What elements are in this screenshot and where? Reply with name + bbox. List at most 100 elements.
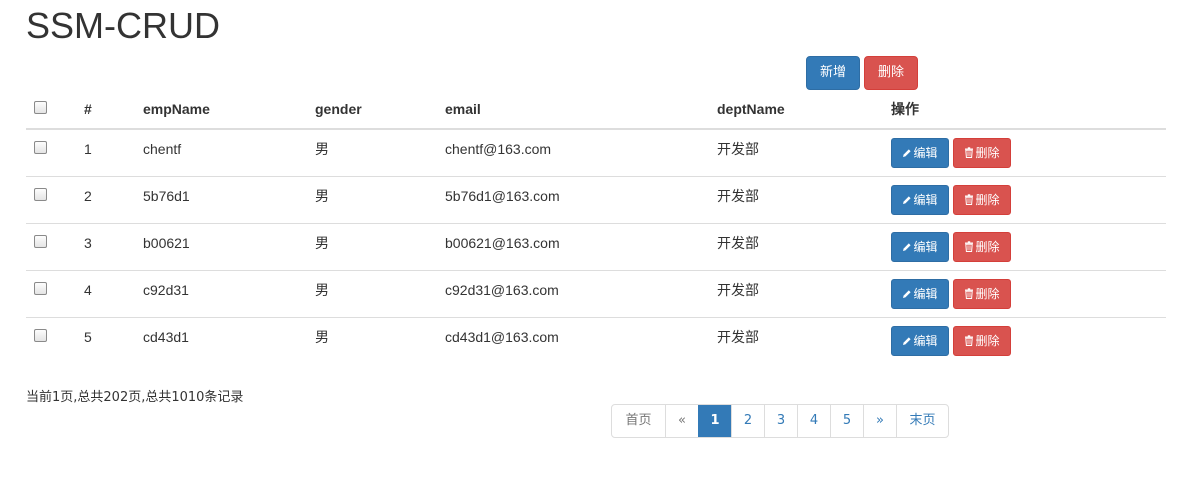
header-emp-name: empName <box>143 90 315 130</box>
row-checkbox[interactable] <box>34 282 47 295</box>
trash-icon <box>964 146 975 160</box>
row-dept-cell: 开发部 <box>717 270 891 318</box>
page-link[interactable]: 2 <box>731 405 764 437</box>
employee-table: # empName gender email deptName 操作 1 chen… <box>26 90 1166 364</box>
row-id-cell: 4 <box>84 270 143 318</box>
edit-label: 编辑 <box>913 193 938 207</box>
trash-icon <box>964 334 975 348</box>
pencil-icon <box>902 334 913 348</box>
edit-button[interactable]: 编辑 <box>891 279 949 309</box>
trash-icon <box>964 287 975 301</box>
row-name-cell: 5b76d1 <box>143 176 315 224</box>
row-email: cd43d1@163.com <box>445 329 559 345</box>
row-id-cell: 5 <box>84 318 143 365</box>
row-gender: 男 <box>315 329 329 345</box>
row-emp-name: 5b76d1 <box>143 188 190 204</box>
row-gender-cell: 男 <box>315 129 445 177</box>
table-header-row: # empName gender email deptName 操作 <box>26 90 1166 130</box>
row-check-cell <box>26 223 84 271</box>
pencil-icon <box>902 146 913 160</box>
row-email: 5b76d1@163.com <box>445 188 560 204</box>
select-all-checkbox[interactable] <box>34 101 47 114</box>
last-page-link[interactable]: 末页 <box>896 405 948 437</box>
row-emp-name: chentf <box>143 141 182 157</box>
row-actions-cell: 编辑 删除 <box>891 129 1166 177</box>
delete-label: 删除 <box>975 287 1000 301</box>
row-name-cell: c92d31 <box>143 270 315 318</box>
row-gender-cell: 男 <box>315 318 445 365</box>
row-actions-cell: 编辑 删除 <box>891 270 1166 318</box>
row-id-cell: 2 <box>84 176 143 224</box>
pencil-icon <box>902 287 913 301</box>
delete-button[interactable]: 删除 <box>953 326 1011 356</box>
row-email-cell: c92d31@163.com <box>445 270 717 318</box>
edit-label: 编辑 <box>913 240 938 254</box>
pagination: 首页 « 1 2 3 4 5 » 末页 <box>611 404 949 438</box>
row-email-cell: b00621@163.com <box>445 223 717 271</box>
delete-button[interactable]: 删除 <box>953 232 1011 262</box>
row-name-cell: cd43d1 <box>143 318 315 365</box>
row-dept-name: 开发部 <box>717 188 759 204</box>
edit-button[interactable]: 编辑 <box>891 326 949 356</box>
page-link[interactable]: 5 <box>830 405 863 437</box>
row-id: 3 <box>84 235 92 251</box>
row-id: 5 <box>84 329 92 345</box>
row-dept-cell: 开发部 <box>717 318 891 365</box>
row-dept-cell: 开发部 <box>717 223 891 271</box>
row-checkbox[interactable] <box>34 235 47 248</box>
prev-page-link[interactable]: « <box>665 405 698 437</box>
row-id-cell: 1 <box>84 129 143 177</box>
row-actions-cell: 编辑 删除 <box>891 318 1166 365</box>
page: SSM-CRUD 新增 删除 # empName gender email de… <box>0 0 1204 497</box>
row-gender-cell: 男 <box>315 176 445 224</box>
next-page-link[interactable]: » <box>863 405 896 437</box>
page-link[interactable]: 1 <box>698 405 731 437</box>
delete-button[interactable]: 删除 <box>953 279 1011 309</box>
row-email-cell: chentf@163.com <box>445 129 717 177</box>
row-name-cell: b00621 <box>143 223 315 271</box>
row-id-cell: 3 <box>84 223 143 271</box>
table-row: 4 c92d31 男 c92d31@163.com 开发部 编辑 删除 <box>26 270 1166 318</box>
row-checkbox[interactable] <box>34 329 47 342</box>
add-button[interactable]: 新增 <box>806 56 860 90</box>
row-check-cell <box>26 270 84 318</box>
page-link[interactable]: 3 <box>764 405 797 437</box>
row-check-cell <box>26 176 84 224</box>
delete-label: 删除 <box>975 146 1000 160</box>
row-checkbox[interactable] <box>34 188 47 201</box>
row-email: b00621@163.com <box>445 235 560 251</box>
row-id: 1 <box>84 141 92 157</box>
edit-button[interactable]: 编辑 <box>891 185 949 215</box>
row-id: 4 <box>84 282 92 298</box>
page-info: 当前1页,总共202页,总共1010条记录 <box>26 390 244 405</box>
delete-label: 删除 <box>975 193 1000 207</box>
row-gender: 男 <box>315 188 329 204</box>
row-email: c92d31@163.com <box>445 282 559 298</box>
row-actions-cell: 编辑 删除 <box>891 176 1166 224</box>
row-check-cell <box>26 129 84 177</box>
row-gender: 男 <box>315 235 329 251</box>
row-email-cell: 5b76d1@163.com <box>445 176 717 224</box>
delete-button[interactable]: 删除 <box>953 138 1011 168</box>
row-checkbox[interactable] <box>34 141 47 154</box>
first-page-link[interactable]: 首页 <box>612 405 665 437</box>
edit-button[interactable]: 编辑 <box>891 138 949 168</box>
edit-button[interactable]: 编辑 <box>891 232 949 262</box>
header-actions: 操作 <box>891 90 1166 130</box>
page-link[interactable]: 4 <box>797 405 830 437</box>
row-id: 2 <box>84 188 92 204</box>
header-dept-name: deptName <box>717 90 891 130</box>
table-body: 1 chentf 男 chentf@163.com 开发部 编辑 删除 2 5b76d1 男 5b7… <box>26 129 1166 364</box>
delete-all-button[interactable]: 删除 <box>864 56 918 90</box>
edit-label: 编辑 <box>913 334 938 348</box>
row-gender: 男 <box>315 282 329 298</box>
row-gender-cell: 男 <box>315 270 445 318</box>
row-dept-name: 开发部 <box>717 235 759 251</box>
row-gender: 男 <box>315 141 329 157</box>
row-dept-name: 开发部 <box>717 141 759 157</box>
delete-label: 删除 <box>975 334 1000 348</box>
edit-label: 编辑 <box>913 287 938 301</box>
header-num: # <box>84 90 143 130</box>
delete-button[interactable]: 删除 <box>953 185 1011 215</box>
pencil-icon <box>902 240 913 254</box>
